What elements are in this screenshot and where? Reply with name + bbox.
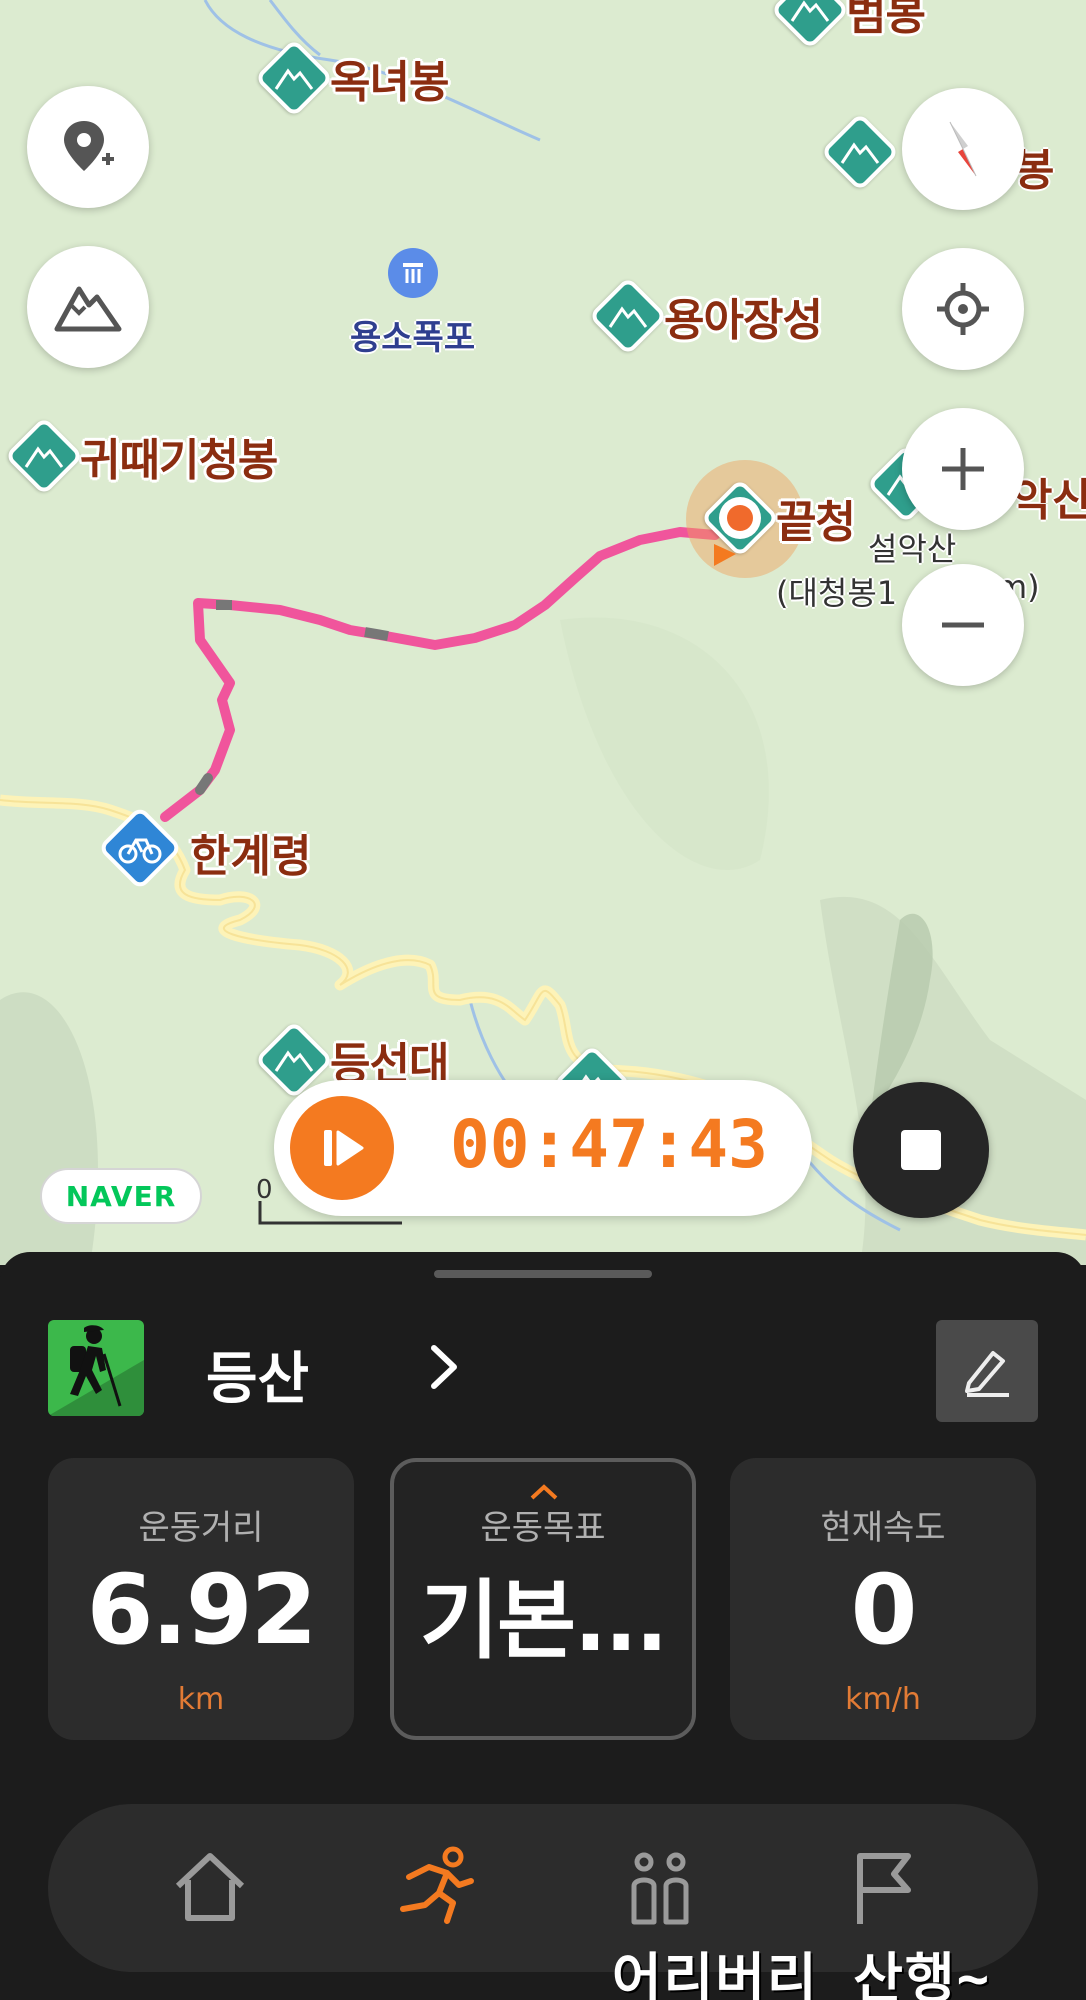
peak-marker[interactable]: 범봉 (770, 0, 926, 50)
mountain-icon (4, 416, 84, 496)
stop-icon (901, 1130, 941, 1170)
peak-marker[interactable]: 옥녀봉 (254, 38, 449, 118)
elapsed-time: 00:47:43 (450, 1106, 768, 1183)
heading-arrow-icon (714, 544, 736, 566)
caret-up-icon (530, 1484, 558, 1500)
stat-label: 운동목표 (480, 1508, 606, 1548)
stat-goal-card[interactable]: 운동목표 기본... (390, 1458, 696, 1740)
mountain-icon (54, 286, 122, 332)
pencil-icon (965, 1351, 1009, 1397)
locate-button[interactable] (902, 248, 1024, 370)
mountain-icon (588, 276, 668, 356)
drag-handle[interactable] (434, 1270, 652, 1278)
app-root: 옥녀봉 범봉 용아장성 귀때기청봉 등선대 봉 악산 끝청 설악산 (대청봉1 … (0, 0, 1086, 2000)
tracking-timer-pill: 00:47:43 (274, 1080, 812, 1216)
stop-button[interactable] (853, 1082, 989, 1218)
workout-panel: 등산 운동거리 6.92 km 운동목표 기본... 현재속도 0 km/h (0, 1252, 1086, 2000)
activity-selector[interactable]: 등산 (48, 1320, 1038, 1422)
peak-marker[interactable]: 귀때기청봉 (4, 416, 278, 496)
peak-name: 귀때기청봉 (80, 435, 278, 486)
watermark-caption: 어리버리 산행~ (612, 1947, 992, 2000)
stat-value: 6.92 (86, 1554, 318, 1666)
hiker-icon (48, 1320, 144, 1416)
compass-button[interactable] (902, 88, 1024, 210)
flag-icon (857, 1853, 911, 1924)
seorak-label: 설악산 (868, 530, 957, 568)
home-icon (175, 1853, 245, 1921)
peak-name: 범봉 (846, 0, 926, 40)
plus-icon (942, 448, 984, 490)
pass-label: 한계령 (190, 831, 312, 882)
locate-crosshair-icon (937, 283, 989, 335)
peak-name: 옥녀봉 (330, 57, 449, 108)
location-dot-icon (719, 497, 761, 539)
peak-marker[interactable] (820, 112, 900, 192)
activity-name: 등산 (206, 1347, 310, 1412)
stat-distance-card[interactable]: 운동거리 6.92 km (48, 1458, 354, 1740)
waterfall-icon[interactable] (388, 248, 438, 298)
nav-community[interactable] (610, 1838, 710, 1938)
stat-speed-card[interactable]: 현재속도 0 km/h (730, 1458, 1036, 1740)
stat-value: 0 (850, 1554, 918, 1666)
minus-icon (942, 622, 984, 628)
edit-button[interactable] (936, 1320, 1038, 1422)
add-place-button[interactable] (27, 86, 149, 208)
waterfall-label: 용소폭포 (350, 318, 476, 358)
zoom-out-button[interactable] (902, 564, 1024, 686)
peak-name: 용아장성 (664, 295, 823, 346)
naver-logo: NAVER (40, 1168, 202, 1224)
nav-challenge[interactable] (832, 1838, 932, 1938)
nav-home[interactable] (160, 1838, 260, 1938)
stat-value: 기본... (419, 1571, 668, 1671)
pause-play-icon (324, 1130, 364, 1166)
zoom-in-button[interactable] (902, 408, 1024, 530)
stat-unit: km/h (845, 1682, 921, 1717)
pause-resume-button[interactable] (290, 1096, 394, 1200)
map-view[interactable]: 옥녀봉 범봉 용아장성 귀때기청봉 등선대 봉 악산 끝청 설악산 (대청봉1 … (0, 0, 1086, 1265)
mountain-icon (820, 112, 900, 192)
add-place-pin-icon (64, 121, 114, 171)
chevron-right-icon (431, 1345, 457, 1389)
seorak-sub-label: (대청봉1 (776, 574, 898, 612)
people-icon (631, 1852, 689, 1925)
peak-name: 끝청 (776, 497, 856, 548)
nav-workout[interactable] (384, 1838, 484, 1938)
stat-label: 운동거리 (138, 1508, 264, 1548)
peak-marker[interactable]: 끝청 (700, 478, 856, 558)
runner-icon (400, 1846, 474, 1924)
peak-marker[interactable]: 용아장성 (588, 276, 823, 356)
stat-label: 현재속도 (820, 1508, 946, 1548)
compass-icon (949, 121, 977, 177)
stat-unit: km (177, 1682, 225, 1717)
mountain-icon (254, 38, 334, 118)
terrain-layer-button[interactable] (27, 246, 149, 368)
